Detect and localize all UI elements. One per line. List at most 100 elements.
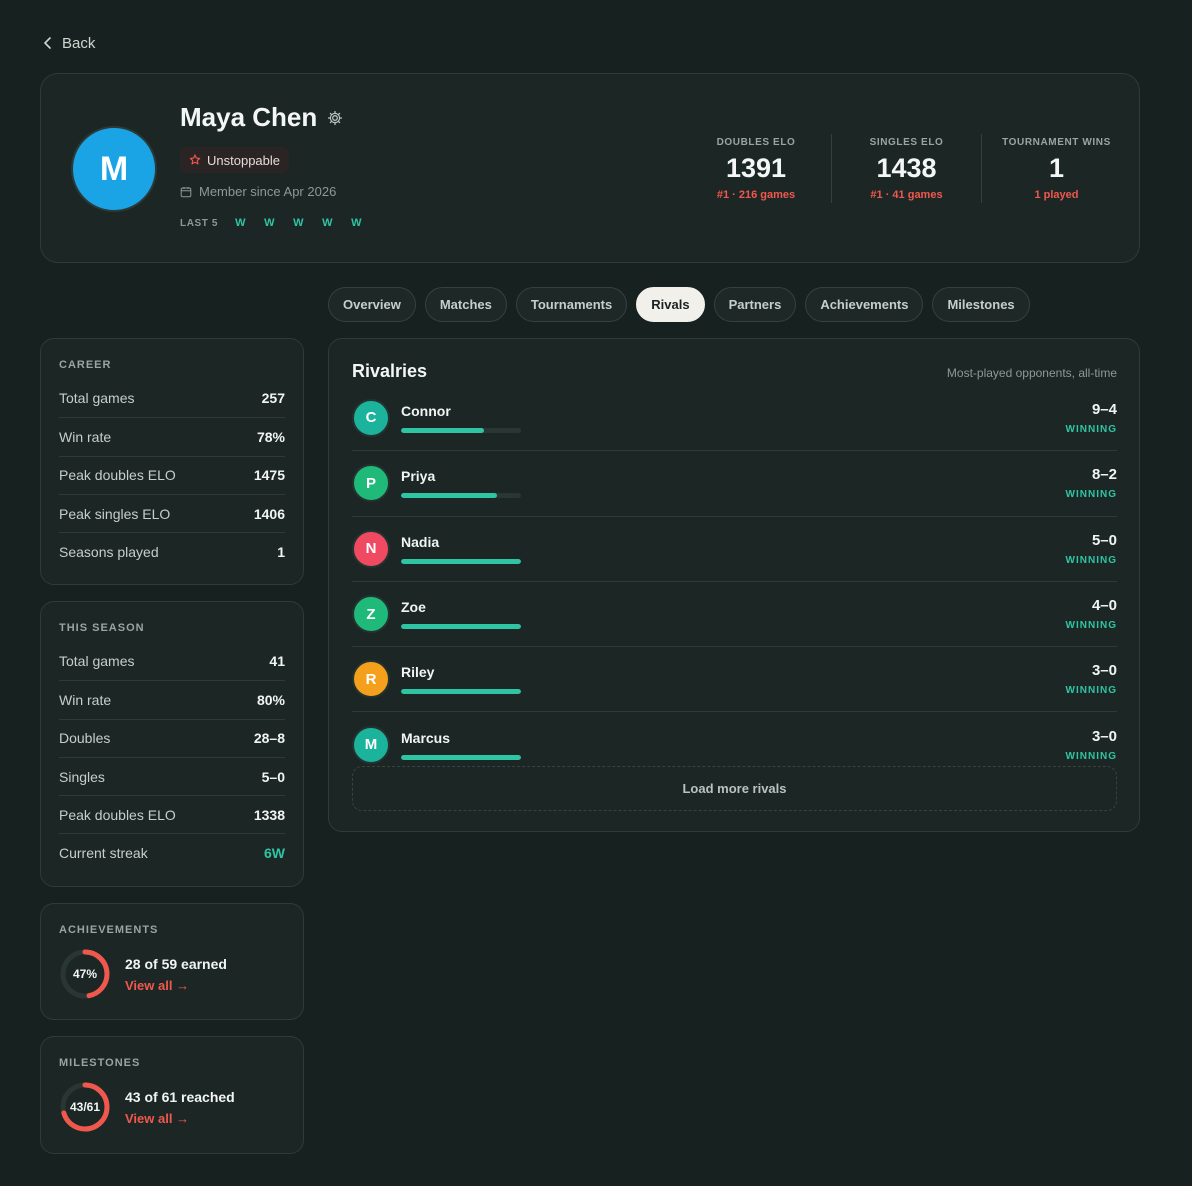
rival-record: 3–0 WINNING (1066, 728, 1117, 762)
row-label: Singles (59, 768, 105, 785)
rival-avatar: M (352, 725, 390, 764)
stat-sub: #1 · 41 games (870, 188, 943, 201)
rival-info: Marcus (401, 730, 521, 760)
rival-win-bar-fill (401, 558, 521, 564)
tab-tournaments[interactable]: Tournaments (515, 287, 628, 322)
title-badge: Unstoppable (180, 147, 289, 173)
back-label: Back (62, 34, 96, 52)
rival-name: Zoe (401, 599, 426, 616)
ring-label: 47% (72, 967, 98, 981)
row-label: Peak singles ELO (59, 505, 171, 522)
rival-row[interactable]: R Riley 3–0 WINNING (352, 646, 1117, 711)
result-indicator: W (264, 217, 276, 229)
tab-rivals[interactable]: Rivals (636, 287, 705, 322)
rival-row[interactable]: N Nadia 5–0 WINNING (352, 515, 1117, 581)
rival-name: Riley (401, 664, 435, 681)
back-button[interactable]: Back (42, 32, 95, 54)
ring-label: 43/61 (69, 1100, 101, 1114)
achievements-count: 28 of 59 earned (125, 955, 227, 972)
row-value: 257 (261, 390, 285, 407)
last-five-label: LAST 5 (180, 217, 219, 229)
rival-win-bar (401, 427, 521, 433)
profile-tabs: Overview Matches Tournaments Rivals Part… (328, 287, 1030, 322)
stat-row: Win rate 78% (59, 417, 285, 455)
season-card: THIS SEASON Total games 41 Win rate 80% Do… (40, 601, 304, 887)
card-title: ACHIEVEMENTS (59, 924, 159, 936)
rival-info: Nadia (401, 534, 521, 564)
stat-label: SINGLES ELO (869, 137, 944, 148)
rival-name: Nadia (401, 533, 440, 550)
rival-row[interactable]: C Connor 9–4 WINNING (352, 385, 1117, 450)
stat-doubles-elo: DOUBLES ELO 1391 #1 · 216 games (681, 134, 831, 203)
tab-milestones[interactable]: Milestones (932, 287, 1030, 322)
member-since-text: Member since Apr 2026 (199, 184, 337, 199)
stat-row: Peak singles ELO 1406 (59, 493, 285, 532)
stat-sub: 1 played (1034, 188, 1079, 201)
rival-win-bar (401, 493, 521, 499)
rival-status: WINNING (1065, 489, 1117, 501)
rivalries-header: Rivalries Most-played opponents, all-tim… (352, 361, 1117, 382)
row-value: 28–8 (253, 730, 285, 747)
row-label: Peak doubles ELO (59, 806, 176, 823)
row-label: Seasons played (59, 543, 159, 560)
stat-row: Singles 5–0 (59, 756, 285, 795)
row-value: 41 (269, 653, 285, 670)
rival-name: Priya (401, 468, 436, 485)
rival-win-bar (401, 689, 521, 695)
stat-value: 1391 (725, 153, 787, 183)
rival-score: 3–0 (1091, 662, 1117, 680)
rival-win-bar-fill (401, 624, 521, 630)
tab-matches[interactable]: Matches (424, 287, 507, 322)
rival-status: WINNING (1065, 750, 1117, 762)
achievements-progress: 47% 28 of 59 earned View all → (41, 936, 303, 1000)
achievements-summary: 28 of 59 earned View all → (125, 956, 227, 993)
stat-row: Seasons played 1 (59, 532, 285, 570)
rival-avatar: R (352, 660, 390, 699)
gear-icon[interactable] (327, 110, 343, 126)
rival-name: Connor (401, 402, 451, 419)
view-all-milestones-link[interactable]: View all → (125, 1111, 235, 1126)
stat-label: TOURNAMENT WINS (1002, 137, 1111, 148)
career-rows: Total games 257 Win rate 78% Peak doubles … (41, 371, 303, 570)
rival-score: 8–2 (1091, 466, 1117, 484)
rival-row[interactable]: Z Zoe 4–0 WINNING (352, 580, 1117, 646)
rival-win-bar-fill (401, 493, 497, 499)
rival-status: WINNING (1065, 620, 1117, 632)
last-five-results: LAST 5 W W W W W (180, 217, 375, 229)
row-value: 1338 (253, 806, 285, 823)
rival-info: Priya (401, 468, 521, 499)
rival-win-bar-fill (401, 689, 521, 695)
rival-avatar: C (352, 398, 390, 437)
avatar: M (71, 126, 157, 212)
stat-row: Peak doubles ELO 1338 (59, 795, 285, 833)
result-indicator: W (235, 217, 247, 229)
result-indicator: W (293, 217, 305, 229)
tab-partners[interactable]: Partners (713, 287, 797, 322)
tab-overview[interactable]: Overview (328, 287, 416, 322)
progress-ring: 47% (59, 948, 111, 1000)
rival-row[interactable]: P Priya 8–2 WINNING (352, 450, 1117, 515)
progress-ring: 43/61 (59, 1081, 111, 1133)
rival-info: Connor (401, 403, 521, 433)
milestones-card: MILESTONES 43/61 43 of 61 reached View a… (40, 1036, 304, 1154)
rival-record: 9–4 WINNING (1066, 401, 1117, 435)
rival-record: 4–0 WINNING (1066, 597, 1117, 631)
rival-status: WINNING (1065, 685, 1117, 697)
view-all-achievements-link[interactable]: View all → (125, 978, 227, 993)
stat-row: Current streak 6W (59, 833, 285, 871)
row-label: Peak doubles ELO (59, 467, 176, 484)
load-more-rivals-button[interactable]: Load more rivals (352, 766, 1117, 811)
rival-avatar: Z (352, 595, 390, 634)
card-title: THIS SEASON (59, 622, 145, 634)
rival-status: WINNING (1065, 554, 1117, 566)
stat-value: 1 (1048, 153, 1065, 183)
rival-info: Riley (401, 664, 521, 695)
profile-card: M Maya Chen Unstoppable Member since Apr… (40, 73, 1140, 263)
profile-stats: DOUBLES ELO 1391 #1 · 216 games SINGLES … (681, 134, 1131, 203)
current-streak-value: 6W (264, 845, 285, 862)
tab-achievements[interactable]: Achievements (805, 287, 924, 322)
row-value: 1406 (253, 505, 285, 522)
achievements-card: ACHIEVEMENTS 47% 28 of 59 earned View al… (40, 903, 304, 1020)
star-icon (189, 154, 201, 165)
milestones-progress: 43/61 43 of 61 reached View all → (41, 1069, 303, 1133)
